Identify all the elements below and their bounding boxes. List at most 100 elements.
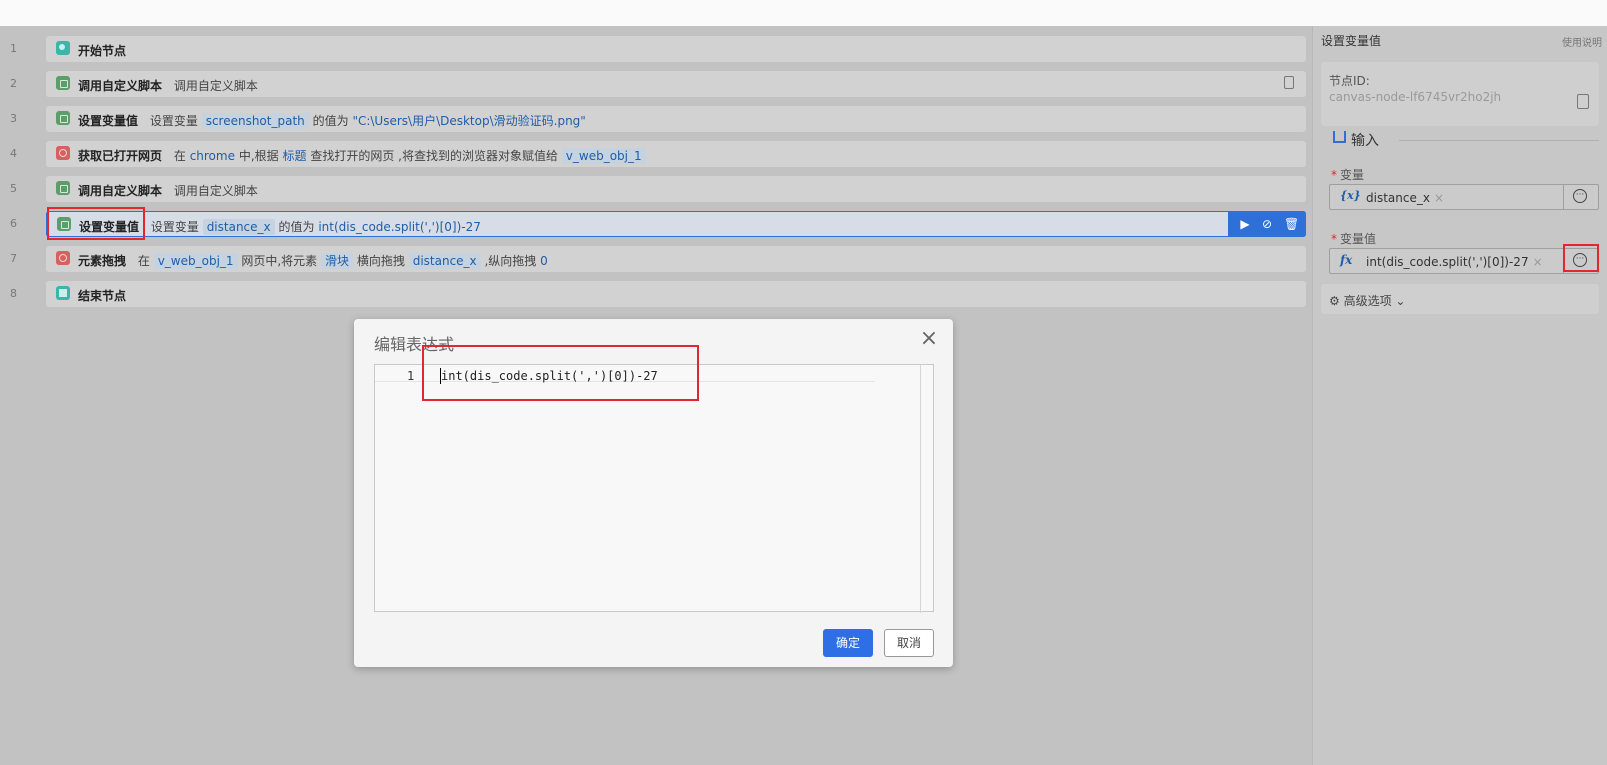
- node-description: 调用自定义脚本: [173, 79, 258, 93]
- disable-icon[interactable]: ⊘: [1260, 217, 1274, 231]
- input-section-title: 输入: [1331, 130, 1379, 150]
- highlight-box: [47, 207, 145, 240]
- browser-text: chrome: [189, 149, 235, 163]
- variable-value-text: distance_x: [1366, 191, 1430, 205]
- flow-row-3[interactable]: 3 设置变量值 设置变量 screenshot_path 的值为 "C:\Use…: [0, 104, 1312, 134]
- flow-row-1[interactable]: 1 开始节点: [0, 34, 1312, 64]
- function-icon: fx: [1340, 253, 1353, 267]
- flow-row-2[interactable]: 2 调用自定义脚本 调用自定义脚本: [0, 69, 1312, 99]
- node-id-box: 节点ID: canvas-node-lf6745vr2ho2jh: [1321, 62, 1599, 126]
- node-text: 中,根据: [238, 149, 279, 163]
- node-card-selected[interactable]: 设置变量值 设置变量 distance_x 的值为 int(dis_code.s…: [46, 211, 1306, 237]
- value-text: "C:\Users\用户\Desktop\滑动验证码.png": [352, 114, 586, 128]
- node-title: 设置变量值: [78, 114, 139, 128]
- flow-row-6[interactable]: 6 设置变量值 设置变量 distance_x 的值为 int(dis_code…: [0, 209, 1312, 239]
- node-text: 在: [173, 149, 186, 163]
- node-text: 查找打开的网页 ,将查找到的浏览器对象赋值给: [310, 149, 558, 163]
- remove-icon[interactable]: ×: [1533, 255, 1543, 269]
- variable-icon: {x}: [1340, 189, 1361, 202]
- variable-tag: distance_x: [408, 253, 481, 269]
- node-text: 网页中,将元素: [241, 254, 318, 268]
- code-editor[interactable]: 1 int(dis_code.split(',')[0])-27: [374, 364, 934, 613]
- advanced-text: 高级选项: [1343, 294, 1392, 308]
- download-icon: [1333, 131, 1346, 143]
- node-card[interactable]: 调用自定义脚本 调用自定义脚本: [46, 71, 1306, 97]
- node-title: 元素拖拽: [78, 254, 127, 268]
- node-card[interactable]: 设置变量值 设置变量 screenshot_path 的值为 "C:\Users…: [46, 106, 1306, 132]
- input-section-label: 输入: [1351, 133, 1379, 149]
- variable-label-text: 变量: [1340, 168, 1365, 182]
- node-text: 设置变量: [149, 114, 198, 128]
- highlight-box: [1563, 244, 1599, 272]
- node-description: 调用自定义脚本: [173, 184, 258, 198]
- variable-field[interactable]: {x} distance_x × ···: [1329, 184, 1599, 210]
- value-label: * 变量值: [1331, 230, 1376, 247]
- run-icon[interactable]: ▶: [1238, 217, 1252, 231]
- variable-more-button[interactable]: ···: [1563, 184, 1598, 210]
- row-actions: ▶ ⊘ 🗑: [1228, 211, 1306, 237]
- row-number: 1: [10, 42, 17, 55]
- edit-expression-modal: 编辑表达式 × 1 int(dis_code.split(',')[0])-27…: [354, 319, 953, 667]
- row-number: 7: [10, 252, 17, 265]
- node-title: 开始节点: [78, 44, 127, 58]
- value-field[interactable]: fx int(dis_code.split(',')[0])-27 × ···: [1329, 248, 1599, 274]
- cancel-button[interactable]: 取消: [884, 629, 934, 657]
- node-card[interactable]: 调用自定义脚本 调用自定义脚本: [46, 176, 1306, 202]
- copy-icon[interactable]: [1577, 94, 1589, 109]
- help-link[interactable]: 使用说明: [1562, 34, 1602, 49]
- more-icon: ···: [1573, 189, 1587, 203]
- row-number: 6: [10, 217, 17, 230]
- advanced-options-label: ⚙ 高级选项 ⌄: [1329, 294, 1406, 308]
- flow-row-8[interactable]: 8 结束节点: [0, 279, 1312, 309]
- flow-row-7[interactable]: 7 元素拖拽 在 v_web_obj_1 网页中,将元素 滑块 横向拖拽 dis…: [0, 244, 1312, 274]
- variable-tag: v_web_obj_1: [153, 253, 238, 269]
- value-text: int(dis_code.split(',')[0])-27: [318, 220, 481, 234]
- value-label-text: 变量值: [1340, 232, 1377, 246]
- script-node-icon: [56, 181, 70, 195]
- node-id-label: 节点ID:: [1329, 74, 1370, 88]
- variable-label: * 变量: [1331, 166, 1364, 183]
- row-number: 8: [10, 287, 17, 300]
- node-title: 获取已打开网页: [78, 149, 163, 163]
- match-by-text: 标题: [282, 149, 307, 163]
- row-number: 2: [10, 77, 17, 90]
- node-text: 在: [137, 254, 150, 268]
- node-title: 调用自定义脚本: [78, 79, 163, 93]
- copy-icon[interactable]: [1284, 76, 1294, 89]
- start-node-icon: [56, 41, 70, 55]
- row-number: 3: [10, 112, 17, 125]
- node-card[interactable]: 获取已打开网页 在 chrome 中,根据 标题 查找打开的网页 ,将查找到的浏…: [46, 141, 1306, 167]
- node-text: 的值为: [312, 114, 349, 128]
- row-number: 5: [10, 182, 17, 195]
- row-number: 4: [10, 147, 17, 160]
- node-card[interactable]: 结束节点: [46, 281, 1306, 307]
- top-bar: [0, 0, 1607, 27]
- node-title: 调用自定义脚本: [78, 184, 163, 198]
- delete-icon[interactable]: 🗑: [1284, 217, 1299, 231]
- variable-tag: v_web_obj_1: [561, 148, 646, 164]
- flow-row-5[interactable]: 5 调用自定义脚本 调用自定义脚本: [0, 174, 1312, 204]
- confirm-button[interactable]: 确定: [823, 629, 873, 657]
- remove-icon[interactable]: ×: [1434, 191, 1444, 205]
- properties-panel: 设置变量值 使用说明 节点ID: canvas-node-lf6745vr2ho…: [1312, 26, 1607, 765]
- value-expression-text: int(dis_code.split(',')[0])-27: [1366, 255, 1529, 269]
- value-expression: int(dis_code.split(',')[0])-27 ×: [1366, 255, 1543, 269]
- node-text: 的值为: [278, 220, 315, 234]
- node-text: 设置变量: [150, 220, 199, 234]
- node-text: 横向拖拽: [356, 254, 405, 268]
- variable-tag: distance_x: [202, 219, 275, 235]
- divider: [1399, 140, 1599, 141]
- node-card[interactable]: 开始节点: [46, 36, 1306, 62]
- line-number: 1: [407, 369, 415, 383]
- scrollbar[interactable]: [920, 365, 921, 613]
- node-card[interactable]: 元素拖拽 在 v_web_obj_1 网页中,将元素 滑块 横向拖拽 dista…: [46, 246, 1306, 272]
- required-mark: *: [1331, 168, 1337, 182]
- close-icon[interactable]: ×: [919, 328, 939, 350]
- element-tag: 滑块: [321, 253, 354, 269]
- flow-row-4[interactable]: 4 获取已打开网页 在 chrome 中,根据 标题 查找打开的网页 ,将查找到…: [0, 139, 1312, 169]
- end-node-icon: [56, 286, 70, 300]
- advanced-options[interactable]: ⚙ 高级选项 ⌄: [1321, 284, 1599, 314]
- node-text: ,纵向拖拽: [484, 254, 537, 268]
- variable-tag: screenshot_path: [201, 113, 309, 129]
- value-text: 0: [540, 254, 548, 268]
